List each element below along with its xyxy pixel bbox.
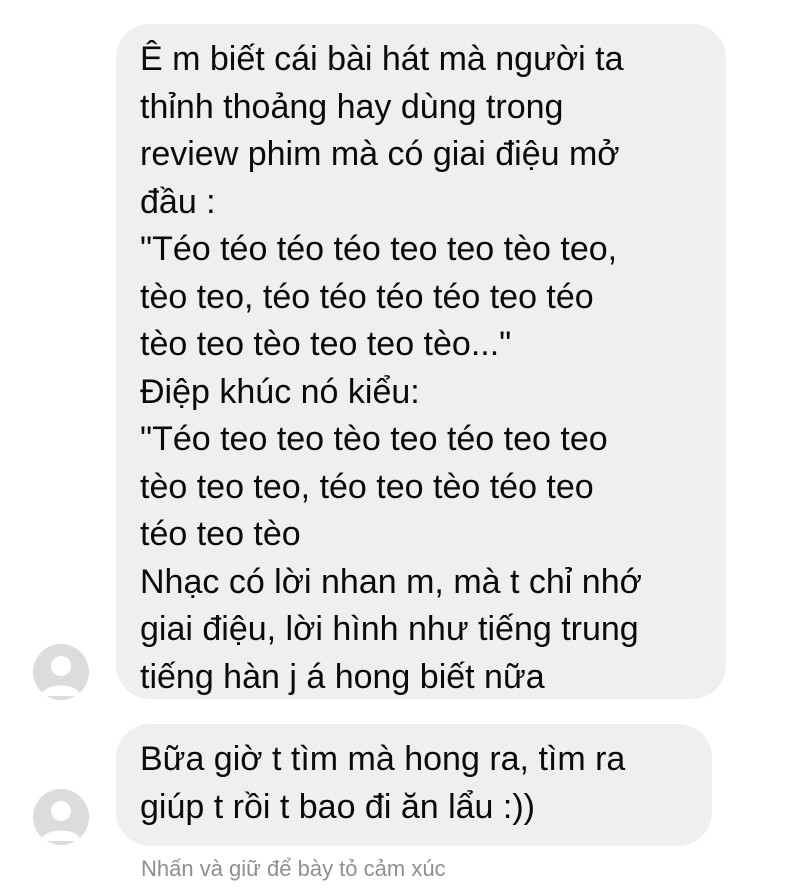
message-line: Nhạc có lời nhan m, mà t chỉ nhớ [140,562,642,601]
reaction-hint: Nhấn và giữ để bày tỏ cảm xúc [141,856,446,881]
message-line: giai điệu, lời hình như tiếng trung [140,610,639,648]
avatar[interactable] [33,789,89,845]
message-line: review phim mà có giai điệu mở [140,135,620,173]
message-bubble[interactable]: Ê m biết cái bài hát mà người ta thỉnh t… [116,24,726,699]
message-line: thỉnh thoảng hay dùng trong [140,87,564,126]
message-line: Điệp khúc nó kiểu: [140,372,420,411]
message-line: tèo teo, téo téo téo téo teo téo [140,277,594,316]
avatar[interactable] [33,644,89,700]
message-line: "Téo teo teo tèo teo téo teo teo [140,420,608,458]
message-line: "Téo téo téo téo teo teo tèo teo, [140,230,618,268]
person-avatar-icon [41,656,81,696]
message-line: tiếng hàn j á hong biết nữa [140,657,545,696]
message-line: giúp t rồi t bao đi ăn lẩu :)) [140,787,536,826]
message-line: Ê m biết cái bài hát mà người ta [140,40,624,78]
message-line: tèo teo teo, téo teo tèo téo teo [140,467,594,506]
person-avatar-icon [41,801,81,841]
message-line: đầu : [140,182,216,221]
message-line: Bữa giờ t tìm mà hong ra, tìm ra [140,740,626,778]
message-bubble[interactable]: Bữa giờ t tìm mà hong ra, tìm ra giúp t … [116,724,712,846]
message-line: tèo teo tèo teo teo tèo..." [140,325,512,363]
message-line: téo teo tèo [140,515,301,553]
